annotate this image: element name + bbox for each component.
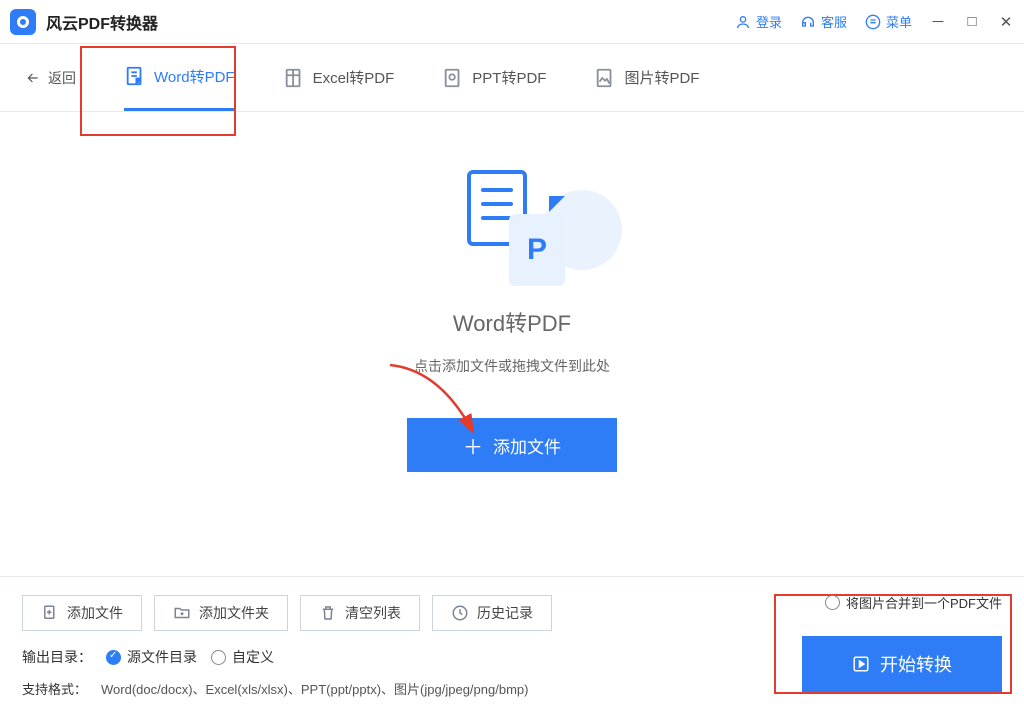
format-value: Word(doc/docx)、Excel(xls/xlsx)、PPT(ppt/p…: [101, 679, 528, 698]
start-convert-button[interactable]: 开始转换: [802, 636, 1002, 692]
drop-area[interactable]: P Word转PDF 点击添加文件或拖拽文件到此处 ＋ 添加文件: [0, 170, 1024, 472]
support-link[interactable]: 客服: [800, 12, 847, 31]
radio-label: 自定义: [232, 647, 274, 667]
doc-letter: P: [509, 214, 565, 286]
app-title: 风云PDF转换器: [46, 10, 735, 34]
tab-label: PPT转PDF: [472, 67, 546, 88]
tab-row: 返回 P Word转PDF Excel转PDF PPT转PDF 图片转PDF: [0, 44, 1024, 112]
close-button[interactable]: ✕: [998, 14, 1014, 30]
start-label: 开始转换: [880, 651, 952, 677]
tab-word-to-pdf[interactable]: P Word转PDF: [124, 44, 235, 111]
btn-label: 清空列表: [345, 603, 401, 623]
svg-text:P: P: [136, 76, 141, 85]
folder-add-icon: [173, 604, 191, 622]
radio-unchecked-icon: [825, 595, 840, 610]
user-icon: [735, 14, 751, 30]
ppt-file-icon: [442, 67, 464, 89]
tab-label: Excel转PDF: [313, 67, 395, 88]
play-icon: [852, 655, 870, 673]
plus-icon: ＋: [463, 431, 483, 460]
tab-label: 图片转PDF: [624, 67, 699, 88]
output-dir-label: 输出目录：: [22, 647, 92, 667]
clear-list-button[interactable]: 清空列表: [300, 595, 420, 631]
btn-label: 添加文件夹: [199, 603, 269, 623]
image-file-icon: [594, 67, 616, 89]
app-logo: [10, 9, 36, 35]
radio-checked-icon: [106, 650, 121, 665]
merge-images-option[interactable]: 将图片合并到一个PDF文件: [825, 593, 1002, 612]
document-illustration: P: [467, 170, 557, 280]
bottom-panel: 添加文件 添加文件夹 清空列表 历史记录 将图片合并到一个PDF文件 输出目录：…: [0, 576, 1024, 720]
back-label: 返回: [48, 68, 76, 88]
back-button[interactable]: 返回: [24, 68, 76, 88]
add-folder-button[interactable]: 添加文件夹: [154, 595, 288, 631]
maximize-button[interactable]: □: [964, 14, 980, 30]
trash-icon: [319, 604, 337, 622]
login-link[interactable]: 登录: [735, 12, 782, 31]
login-label: 登录: [756, 12, 782, 31]
radio-label: 源文件目录: [127, 647, 197, 667]
radio-unchecked-icon: [211, 650, 226, 665]
merge-label: 将图片合并到一个PDF文件: [846, 593, 1002, 612]
tab-image-to-pdf[interactable]: 图片转PDF: [594, 44, 699, 111]
center-subtitle: 点击添加文件或拖拽文件到此处: [414, 356, 610, 376]
menu-list-icon: [865, 14, 881, 30]
tab-excel-to-pdf[interactable]: Excel转PDF: [283, 44, 395, 111]
btn-label: 添加文件: [67, 603, 123, 623]
file-add-icon: [41, 604, 59, 622]
btn-label: 历史记录: [477, 603, 533, 623]
add-file-main-button[interactable]: ＋ 添加文件: [407, 418, 617, 472]
minimize-button[interactable]: －: [930, 14, 946, 30]
output-custom-radio[interactable]: 自定义: [211, 647, 274, 667]
word-file-icon: P: [124, 65, 146, 87]
menu-label: 菜单: [886, 12, 912, 31]
output-source-radio[interactable]: 源文件目录: [106, 647, 197, 667]
format-label: 支持格式：: [22, 679, 87, 698]
excel-file-icon: [283, 67, 305, 89]
history-icon: [451, 604, 469, 622]
tab-ppt-to-pdf[interactable]: PPT转PDF: [442, 44, 546, 111]
history-button[interactable]: 历史记录: [432, 595, 552, 631]
support-label: 客服: [821, 12, 847, 31]
add-file-button[interactable]: 添加文件: [22, 595, 142, 631]
headset-icon: [800, 14, 816, 30]
tab-label: Word转PDF: [154, 66, 235, 87]
add-file-label: 添加文件: [493, 433, 561, 458]
back-arrow-icon: [24, 71, 42, 85]
center-title: Word转PDF: [453, 306, 571, 338]
titlebar: 风云PDF转换器 登录 客服 菜单 － □ ✕: [0, 0, 1024, 44]
menu-link[interactable]: 菜单: [865, 12, 912, 31]
